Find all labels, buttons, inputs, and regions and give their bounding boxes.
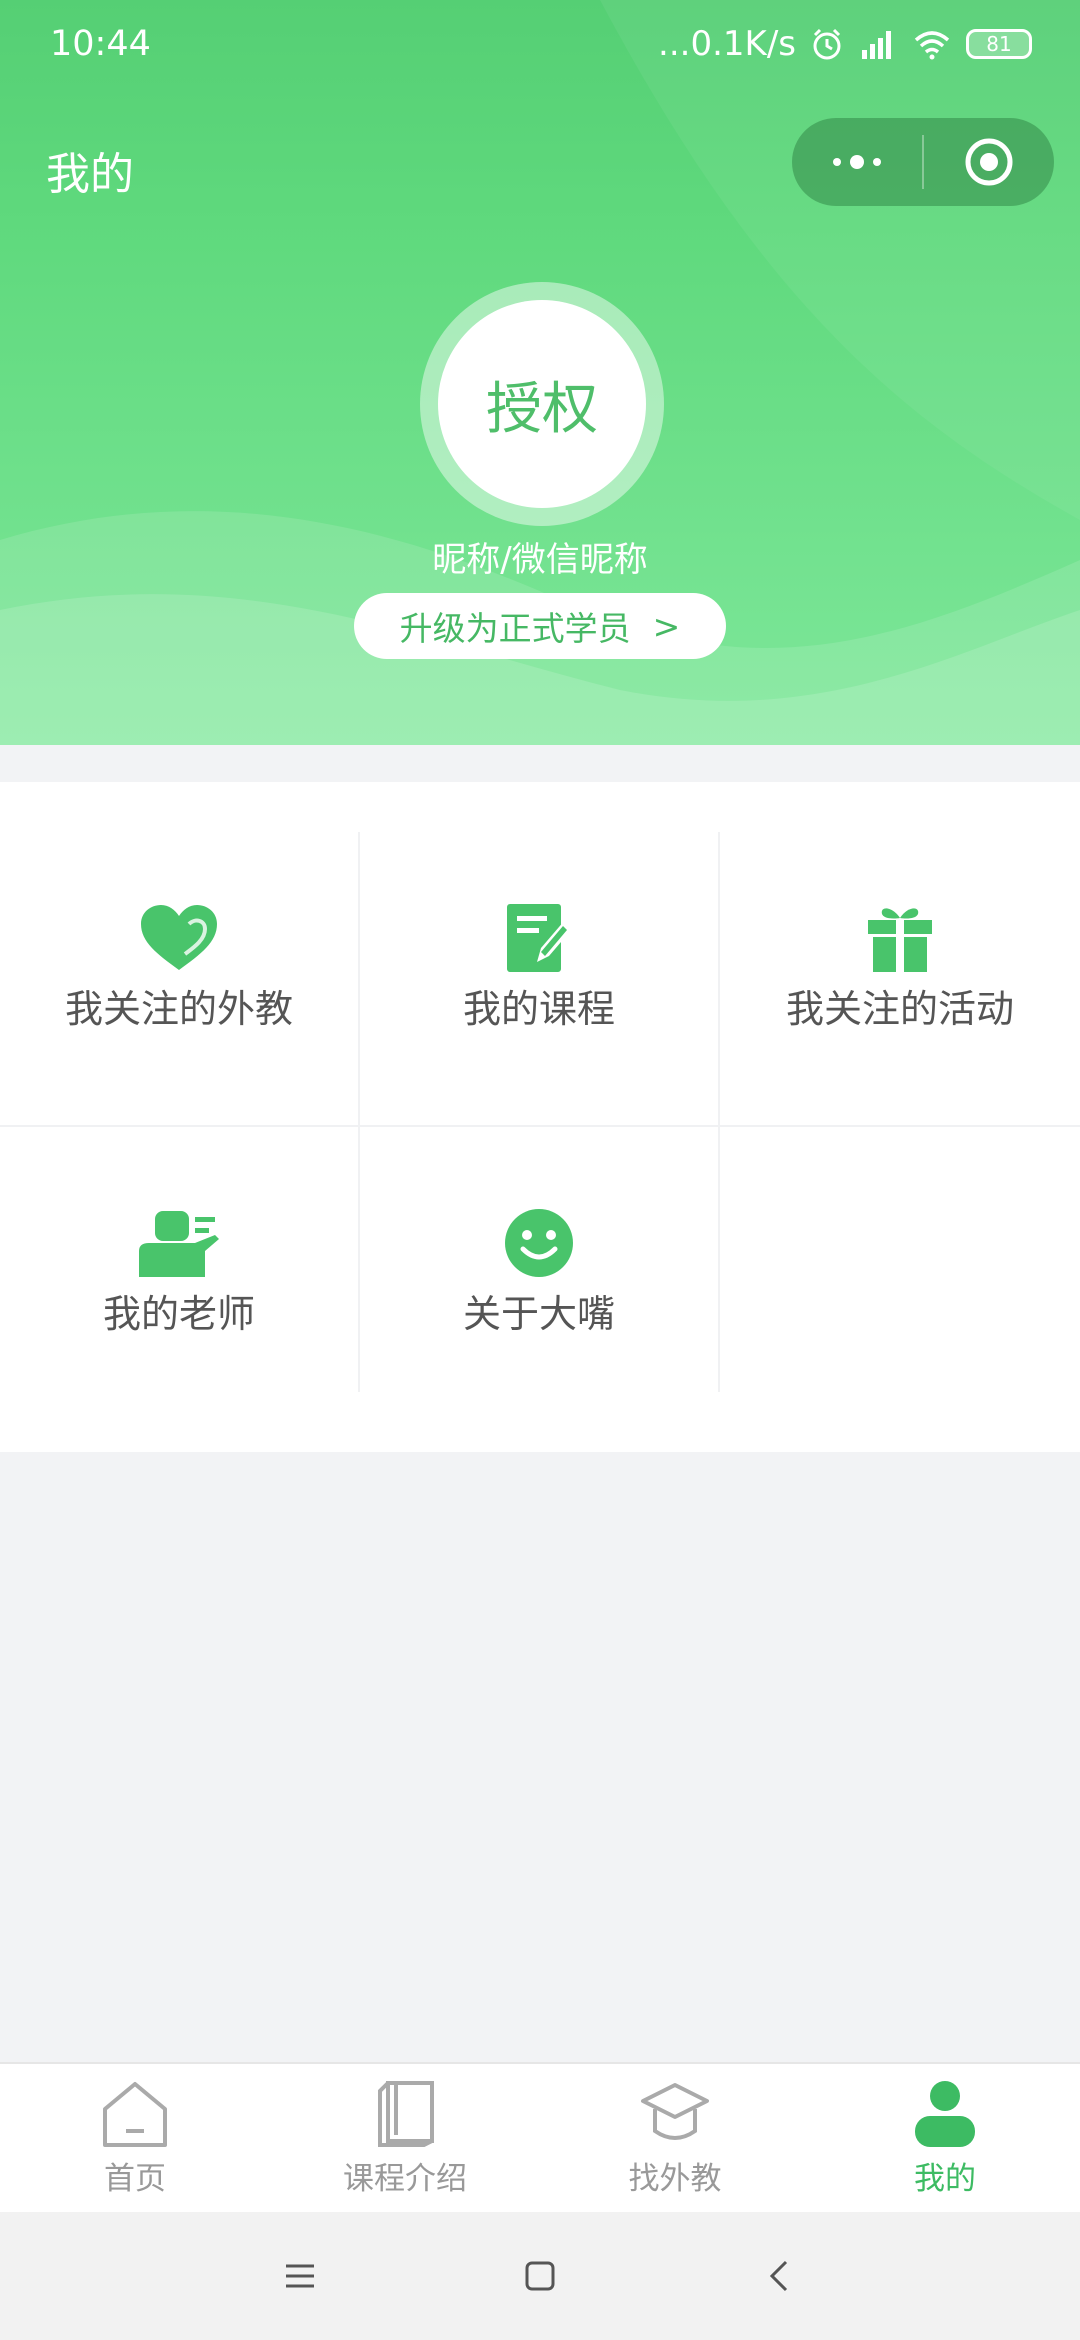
menu-item-followed-events[interactable]: 我关注的活动 <box>720 822 1080 1112</box>
menu-item-about[interactable]: 关于大嘴 <box>360 1127 718 1417</box>
heart-icon <box>141 904 217 970</box>
nickname: 昵称/微信昵称 <box>432 540 648 580</box>
upgrade-label: 升级为正式学员 <box>399 609 631 648</box>
book-icon <box>378 2081 434 2147</box>
home-square-icon[interactable] <box>520 2256 560 2296</box>
tab-label: 找外教 <box>628 2161 722 2197</box>
tab-label: 我的 <box>914 2161 976 2197</box>
avatar-label: 授权 <box>438 300 646 508</box>
menu-item-label: 我关注的外教 <box>64 986 293 1031</box>
tab-find-teachers[interactable]: 找外教 <box>540 2064 810 2212</box>
more-dots-icon <box>833 155 881 169</box>
alarm-icon <box>813 28 841 60</box>
upgrade-member-button[interactable]: 升级为正式学员 > <box>354 593 726 659</box>
menu-icon[interactable] <box>280 2256 320 2296</box>
miniprogram-capsule <box>792 118 1054 206</box>
tab-label: 课程介绍 <box>343 2161 467 2197</box>
menu-item-my-teachers[interactable]: 我的老师 <box>0 1127 358 1417</box>
menu-item-label: 我关注的活动 <box>785 986 1014 1031</box>
profile-header: 10:44 ...0.1K/s 81 我的 授权 昵称/微信昵称 升级为正式学员… <box>0 0 1080 745</box>
tab-label: 首页 <box>104 2161 166 2197</box>
menu-item-label: 我的课程 <box>462 986 615 1031</box>
back-icon[interactable] <box>760 2256 800 2296</box>
graduation-cap-icon <box>641 2083 709 2140</box>
status-time: 10:44 <box>50 24 151 64</box>
gift-icon <box>868 907 932 972</box>
tab-home[interactable]: 首页 <box>0 2064 270 2212</box>
battery-indicator: 81 <box>966 29 1032 59</box>
notebook-edit-icon <box>507 903 573 972</box>
close-miniprogram-button[interactable] <box>924 118 1054 206</box>
signal-icon <box>862 31 891 59</box>
menu-item-my-courses[interactable]: 我的课程 <box>360 822 718 1112</box>
menu-item-label: 我的老师 <box>102 1291 255 1336</box>
menu-item-label: 关于大嘴 <box>462 1291 615 1336</box>
smile-icon <box>505 1208 573 1277</box>
tab-mine[interactable]: 我的 <box>810 2064 1080 2212</box>
chevron-right-icon: > <box>652 606 681 646</box>
status-bar: 10:44 ...0.1K/s 81 <box>0 0 1080 92</box>
target-icon <box>965 138 1013 186</box>
wifi-icon <box>914 31 950 60</box>
user-icon <box>915 2081 975 2147</box>
page-title: 我的 <box>46 149 134 200</box>
tab-course-intro[interactable]: 课程介绍 <box>270 2064 540 2212</box>
menu-item-followed-teachers[interactable]: 我关注的外教 <box>0 822 358 1112</box>
menu-grid: 我关注的外教 我的课程 我关注的活动 我的老师 关于大嘴 <box>0 782 1080 1452</box>
avatar-authorize-button[interactable]: 授权 <box>420 282 664 526</box>
teacher-board-icon <box>139 1210 219 1277</box>
network-speed: ...0.1K/s <box>658 24 796 64</box>
bottom-tab-bar: 首页 课程介绍 找外教 我的 <box>0 2062 1080 2212</box>
home-icon <box>103 2082 167 2147</box>
system-navigation-bar <box>0 2212 1080 2340</box>
more-button[interactable] <box>792 118 922 206</box>
